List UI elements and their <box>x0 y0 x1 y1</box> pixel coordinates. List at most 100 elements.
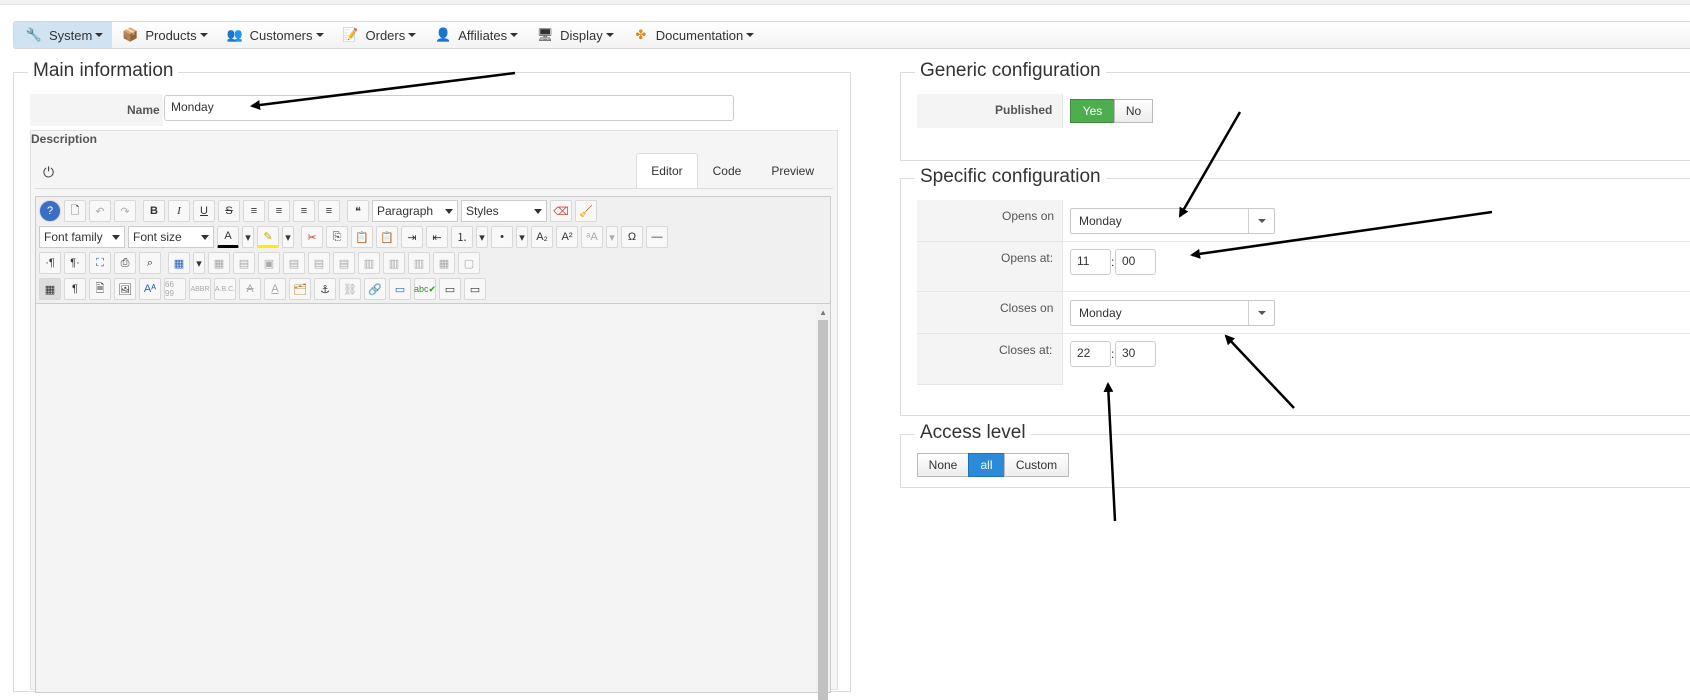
styleprops-icon[interactable]: Aᴬ <box>139 278 161 300</box>
rtl-icon[interactable]: ¶· <box>64 252 86 274</box>
numbered-list-icon[interactable]: ⒈ <box>451 226 473 248</box>
ins-icon[interactable]: A <box>264 278 286 300</box>
nav-products[interactable]: 📦 Products <box>112 22 216 48</box>
image-icon[interactable]: 🖼 <box>114 278 136 300</box>
align-right-icon[interactable]: ≡ <box>318 200 340 222</box>
scroll-thumb[interactable] <box>818 320 828 700</box>
link-icon[interactable]: 🔗 <box>364 278 386 300</box>
chevron-down-icon[interactable]: ▾ <box>282 226 294 248</box>
tab-preview[interactable]: Preview <box>756 153 829 188</box>
power-icon[interactable]: ⏻ <box>43 164 54 181</box>
eraser-icon[interactable]: ⌫ <box>550 200 572 222</box>
col-before-icon[interactable]: ▥ <box>358 252 380 274</box>
nav-display[interactable]: 🖥 Display <box>527 22 623 48</box>
abbr-icon[interactable]: ABBR <box>189 278 211 300</box>
help-icon[interactable]: ? <box>39 200 61 222</box>
del-icon[interactable]: A <box>239 278 261 300</box>
align-center-icon[interactable]: ≡ <box>268 200 290 222</box>
omega-icon[interactable]: Ω <box>621 226 643 248</box>
nav-system[interactable]: 🔧 System <box>14 22 113 48</box>
bold-icon[interactable]: B <box>143 200 165 222</box>
indent-icon[interactable]: ⇥ <box>401 226 423 248</box>
acronym-icon[interactable]: A.B.C. <box>214 278 236 300</box>
pagebreak-icon[interactable]: ▭ <box>439 278 461 300</box>
access-none-button[interactable]: None <box>917 453 969 477</box>
attributes-icon[interactable]: 🗂 <box>289 278 311 300</box>
new-document-icon[interactable]: 🗋 <box>64 200 86 222</box>
tab-editor[interactable]: Editor <box>636 153 698 188</box>
paste-icon[interactable]: 📋 <box>351 226 373 248</box>
abc-check-icon[interactable]: abc✔ <box>414 278 436 300</box>
published-yes-button[interactable]: Yes <box>1070 99 1115 123</box>
chevron-down-icon[interactable]: ▾ <box>516 226 528 248</box>
closes-minute-input[interactable]: 30 <box>1115 341 1156 367</box>
row-before-icon[interactable]: ▤ <box>283 252 305 274</box>
outdent-icon[interactable]: ⇤ <box>426 226 448 248</box>
text-color-icon[interactable]: A <box>217 226 239 248</box>
insert-image-icon[interactable]: ▭ <box>389 278 411 300</box>
nav-customers[interactable]: 👥 Customers <box>217 22 333 48</box>
chevron-down-icon[interactable]: ▾ <box>476 226 488 248</box>
spellcheck-icon[interactable]: ᵃA <box>581 226 603 248</box>
unlink-icon[interactable]: ⛓ <box>339 278 361 300</box>
cut-icon[interactable]: ✂ <box>301 226 323 248</box>
delete-col-icon[interactable]: ▥ <box>408 252 430 274</box>
access-custom-button[interactable]: Custom <box>1004 453 1069 477</box>
row-after-icon[interactable]: ▤ <box>308 252 330 274</box>
delete-table-icon[interactable]: ▦ <box>208 252 230 274</box>
cite-icon[interactable]: 66 99 <box>164 278 186 300</box>
chevron-down-icon[interactable]: ▾ <box>193 252 205 274</box>
underline-icon[interactable]: U <box>193 200 215 222</box>
horizontal-rule-icon[interactable]: — <box>646 226 668 248</box>
fullscreen-icon[interactable]: ⛶ <box>89 252 111 274</box>
find-icon[interactable]: ⌕ <box>139 252 161 274</box>
merge-cells-icon[interactable]: ▢ <box>458 252 480 274</box>
pilcrow-icon[interactable]: ¶ <box>64 278 86 300</box>
chevron-down-icon[interactable]: ▾ <box>242 226 254 248</box>
opens-hour-input[interactable]: 11 <box>1070 249 1111 275</box>
row-props-icon[interactable]: ▤ <box>233 252 255 274</box>
opens-on-select[interactable]: Monday <box>1070 208 1275 234</box>
paste-text-icon[interactable]: 📋 <box>376 226 398 248</box>
closes-hour-input[interactable]: 22 <box>1070 341 1111 367</box>
name-input[interactable]: Monday <box>164 95 734 121</box>
highlight-icon[interactable]: ✎ <box>257 226 279 248</box>
blockquote-icon[interactable]: ❝ <box>347 200 369 222</box>
nav-orders[interactable]: 📝 Orders <box>333 22 426 48</box>
editor-scrollbar[interactable]: ▲ <box>816 304 830 700</box>
opens-minute-input[interactable]: 00 <box>1115 249 1156 275</box>
superscript-icon[interactable]: A² <box>556 226 578 248</box>
nav-affiliates[interactable]: 👤 Affiliates <box>425 22 527 48</box>
ltr-icon[interactable]: ·¶ <box>39 252 61 274</box>
layer-icon[interactable]: ▭ <box>464 278 486 300</box>
bullet-list-icon[interactable]: • <box>491 226 513 248</box>
template-icon[interactable]: 🗎 <box>89 278 111 300</box>
font-family-select[interactable]: Font family <box>39 226 125 248</box>
closes-on-select[interactable]: Monday <box>1070 300 1275 326</box>
align-left-icon[interactable]: ≡ <box>293 200 315 222</box>
print-icon[interactable]: ⎙ <box>114 252 136 274</box>
col-after-icon[interactable]: ▥ <box>383 252 405 274</box>
cell-props-icon[interactable]: ▣ <box>258 252 280 274</box>
published-no-button[interactable]: No <box>1114 99 1153 123</box>
subscript-icon[interactable]: A₂ <box>531 226 553 248</box>
visual-aid-icon[interactable]: ▦ <box>39 278 61 300</box>
anchor-icon[interactable]: ⚓ <box>314 278 336 300</box>
editor-content-area[interactable]: ▲ <box>35 303 831 700</box>
broom-icon[interactable]: 🧹 <box>575 200 597 222</box>
nav-documentation[interactable]: ✤ Documentation <box>623 22 763 48</box>
chevron-down-icon[interactable]: ▾ <box>606 226 618 248</box>
redo-icon[interactable]: ↷ <box>114 200 136 222</box>
access-all-button[interactable]: all <box>968 453 1005 477</box>
scroll-up-icon[interactable]: ▲ <box>819 308 827 317</box>
copy-icon[interactable]: ⎘ <box>326 226 348 248</box>
styles-select[interactable]: Styles <box>461 200 547 222</box>
table-icon[interactable]: ▦ <box>168 252 190 274</box>
tab-code[interactable]: Code <box>698 153 757 188</box>
font-size-select[interactable]: Font size <box>128 226 214 248</box>
strikethrough-icon[interactable]: S <box>218 200 240 222</box>
split-cells-icon[interactable]: ▦ <box>433 252 455 274</box>
align-justify-icon[interactable]: ≡ <box>243 200 265 222</box>
italic-icon[interactable]: I <box>168 200 190 222</box>
delete-row-icon[interactable]: ▤ <box>333 252 355 274</box>
